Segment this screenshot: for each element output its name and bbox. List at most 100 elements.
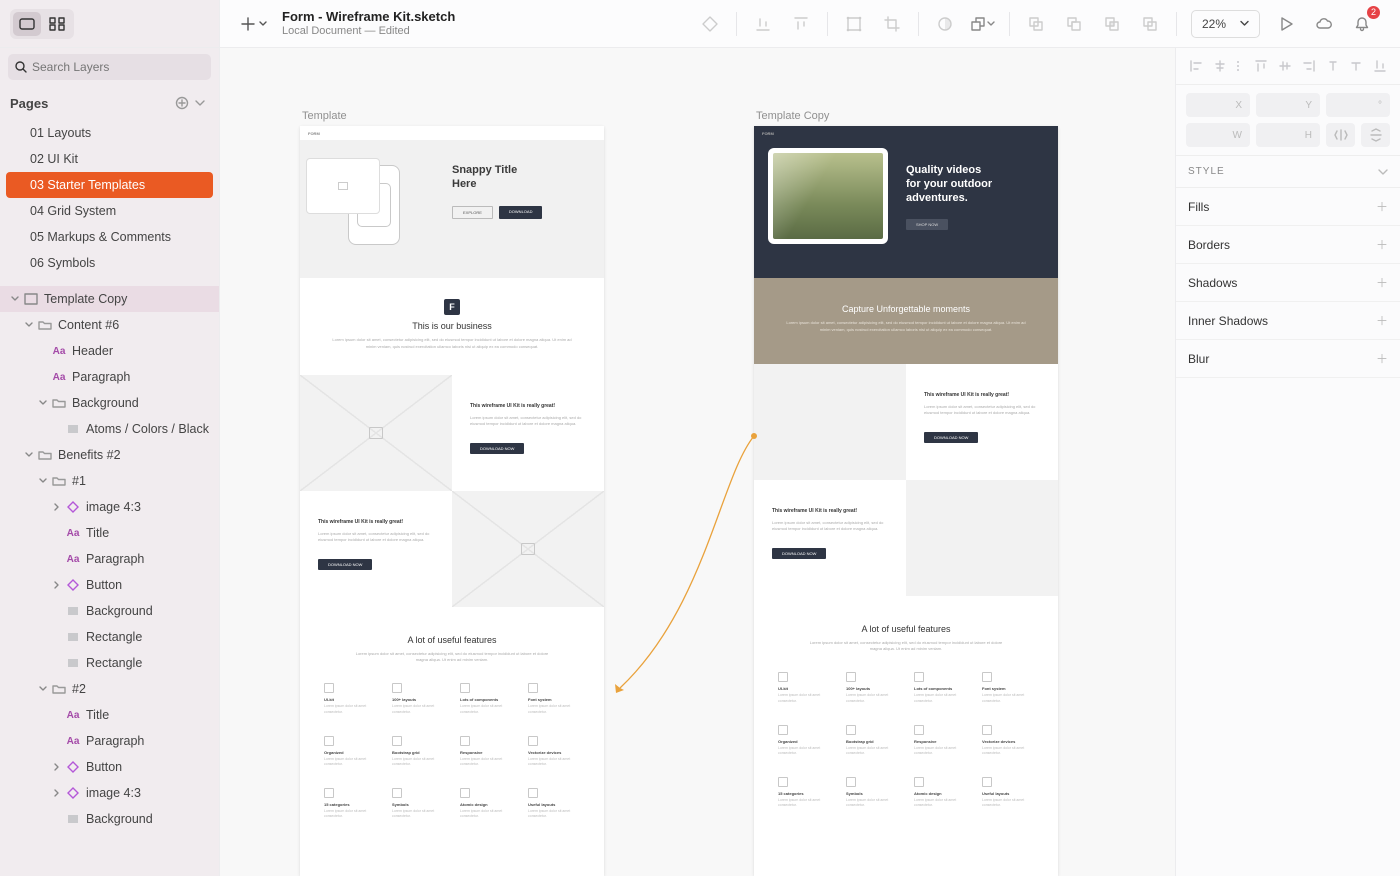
disclosure-icon[interactable] [36, 399, 50, 407]
doc-status: Local Document — Edited [282, 25, 455, 38]
page-item[interactable]: 06 Symbols [6, 250, 213, 276]
layer-row[interactable]: AaHeader [0, 338, 219, 364]
disclosure-icon[interactable] [36, 685, 50, 693]
style-section[interactable]: Inner Shadows＋ [1176, 302, 1400, 340]
preview-button[interactable] [1270, 8, 1302, 40]
union-button[interactable] [1020, 8, 1052, 40]
disclosure-icon[interactable] [50, 763, 64, 771]
add-style-button[interactable]: ＋ [1376, 236, 1388, 253]
style-section[interactable]: Blur＋ [1176, 340, 1400, 378]
flip-h-button[interactable] [1326, 123, 1355, 147]
disclosure-icon[interactable] [36, 477, 50, 485]
artboard-label-b[interactable]: Template Copy [756, 110, 829, 122]
components-view-tab[interactable] [43, 12, 71, 36]
disclosure-icon[interactable] [50, 789, 64, 797]
view-mode-toggle[interactable] [10, 9, 74, 39]
add-style-button[interactable]: ＋ [1376, 350, 1388, 367]
align-more-button[interactable] [1234, 56, 1244, 76]
layer-row[interactable]: image 4:3 [0, 780, 219, 806]
x-field[interactable]: X [1186, 93, 1250, 117]
mask-button[interactable] [929, 8, 961, 40]
layer-row[interactable]: Rectangle [0, 650, 219, 676]
layer-row[interactable]: #2 [0, 676, 219, 702]
layer-row[interactable]: Button [0, 754, 219, 780]
artboard-template[interactable]: FORM Snappy TitleHere EXPLORE DOWNLOAD F… [300, 126, 604, 876]
layer-row[interactable]: Content #6 [0, 312, 219, 338]
align-left-button[interactable] [1186, 56, 1206, 76]
difference-button[interactable] [1134, 8, 1166, 40]
layer-row[interactable]: Rectangle [0, 624, 219, 650]
layer-row[interactable]: image 4:3 [0, 494, 219, 520]
align-hcenter-button[interactable] [1210, 56, 1230, 76]
search-icon [14, 60, 28, 74]
page-item[interactable]: 05 Markups & Comments [6, 224, 213, 250]
add-style-button[interactable]: ＋ [1376, 312, 1388, 329]
cloud-button[interactable] [1308, 8, 1340, 40]
flip-v-button[interactable] [1361, 123, 1390, 147]
w-field[interactable]: W [1186, 123, 1250, 147]
disclosure-icon[interactable] [8, 295, 22, 303]
layer-row[interactable]: Benefits #2 [0, 442, 219, 468]
zoom-dropdown[interactable]: 22% [1191, 10, 1260, 38]
add-style-button[interactable]: ＋ [1376, 274, 1388, 291]
layer-label: Rectangle [82, 656, 142, 670]
rotation-field[interactable]: ° [1326, 93, 1390, 117]
intersect-button[interactable] [1096, 8, 1128, 40]
distribute-button[interactable] [785, 8, 817, 40]
layer-row[interactable]: #1 [0, 468, 219, 494]
page-item[interactable]: 03 Starter Templates [6, 172, 213, 198]
style-section[interactable]: Borders＋ [1176, 226, 1400, 264]
document-title[interactable]: Form - Wireframe Kit.sketch Local Docume… [282, 9, 455, 38]
group-button[interactable] [838, 8, 870, 40]
search-layers-field[interactable] [8, 54, 211, 80]
style-section[interactable]: Fills＋ [1176, 188, 1400, 226]
align-middle-button[interactable] [1346, 56, 1366, 76]
y-field[interactable]: Y [1256, 93, 1320, 117]
scale-dropdown[interactable] [967, 8, 999, 40]
layer-row[interactable]: AaParagraph [0, 546, 219, 572]
add-page-button[interactable] [173, 94, 191, 112]
page-item[interactable]: 02 UI Kit [6, 146, 213, 172]
disclosure-icon[interactable] [22, 451, 36, 459]
align-vcenter-button[interactable] [1275, 56, 1295, 76]
layer-row[interactable]: AaTitle [0, 702, 219, 728]
add-style-button[interactable]: ＋ [1376, 198, 1388, 215]
inspector-panel: X Y ° W H STYLE Fills＋Borders＋Shadows＋In… [1175, 48, 1400, 876]
create-symbol-button[interactable] [694, 8, 726, 40]
layer-row[interactable]: Background [0, 390, 219, 416]
layer-row[interactable]: Button [0, 572, 219, 598]
edit-button[interactable] [876, 8, 908, 40]
layer-row[interactable]: Background [0, 806, 219, 832]
disclosure-icon[interactable] [50, 503, 64, 511]
style-section[interactable]: Shadows＋ [1176, 264, 1400, 302]
disclosure-icon[interactable] [50, 581, 64, 589]
subtract-button[interactable] [1058, 8, 1090, 40]
artboard-label-a[interactable]: Template [302, 110, 347, 122]
align-top-button[interactable] [1251, 56, 1271, 76]
collapse-pages-button[interactable] [191, 94, 209, 112]
artboard-template-copy[interactable]: FORM Quality videosfor your outdooradven… [754, 126, 1058, 876]
insert-button[interactable] [236, 7, 270, 41]
disclosure-icon[interactable] [22, 321, 36, 329]
h-field[interactable]: H [1256, 123, 1320, 147]
text-align-button[interactable] [1323, 56, 1343, 76]
notifications-button[interactable]: 2 [1346, 8, 1378, 40]
layer-row[interactable]: Template Copy [0, 286, 219, 312]
page-item[interactable]: 04 Grid System [6, 198, 213, 224]
align-right-button[interactable] [1299, 56, 1319, 76]
layer-row[interactable]: Background [0, 598, 219, 624]
align-bottom-button[interactable] [1370, 56, 1390, 76]
layer-row[interactable]: AaTitle [0, 520, 219, 546]
page-item[interactable]: 01 Layouts [6, 120, 213, 146]
layer-row[interactable]: Atoms / Colors / Black [0, 416, 219, 442]
layer-type-icon [36, 319, 54, 331]
layer-row[interactable]: AaParagraph [0, 364, 219, 390]
chevron-down-icon[interactable] [1378, 167, 1388, 177]
chevron-down-icon [259, 20, 267, 28]
layer-row[interactable]: AaParagraph [0, 728, 219, 754]
align-top-button[interactable] [747, 8, 779, 40]
canvas[interactable]: Template Template Copy FORM Snappy Title… [220, 48, 1175, 876]
canvas-view-tab[interactable] [13, 12, 41, 36]
search-input[interactable] [8, 54, 211, 80]
layer-label: image 4:3 [82, 786, 141, 800]
